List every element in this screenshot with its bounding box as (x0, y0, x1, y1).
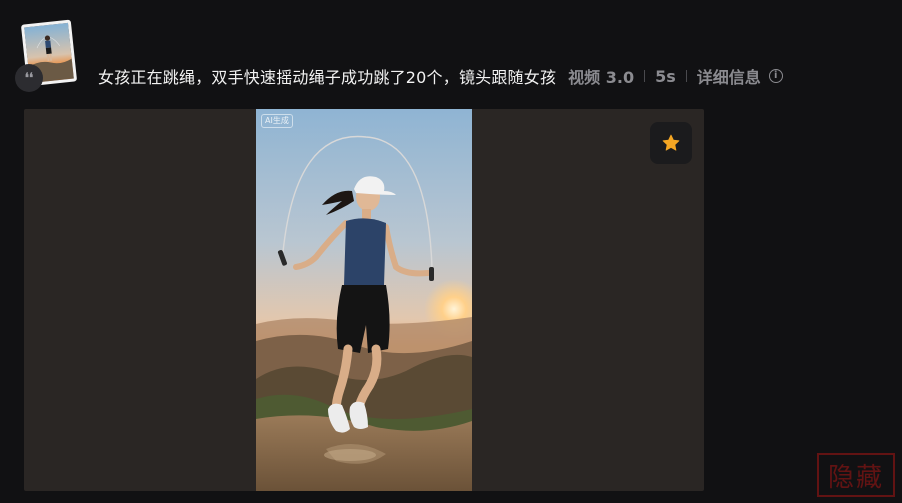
page: ❛❛ 女孩正在跳绳，双手快速摇动绳子成功跳了20个，镜头跟随女孩 视频 3.0 … (0, 0, 902, 503)
info-icon[interactable]: i (768, 69, 783, 83)
details-link[interactable]: 详细信息 (697, 64, 761, 88)
prompt-text: 女孩正在跳绳，双手快速摇动绳子成功跳了20个，镜头跟随女孩 (98, 68, 557, 87)
video-player[interactable]: AI生成 (24, 109, 704, 491)
divider (685, 70, 687, 82)
video-frame[interactable]: AI生成 (256, 109, 472, 491)
model-version: 视频 3.0 (568, 68, 635, 87)
favorite-button[interactable] (650, 122, 692, 164)
duration: 5s (655, 66, 676, 86)
divider (644, 70, 646, 82)
prompt-row: 女孩正在跳绳，双手快速摇动绳子成功跳了20个，镜头跟随女孩 视频 3.0 5s … (98, 63, 783, 89)
quote-icon: ❛❛ (15, 64, 43, 92)
video-preview-image (256, 109, 472, 491)
star-icon (662, 134, 680, 151)
watermark-seal: 隐藏 (817, 453, 895, 497)
watermark-text: 隐藏 (827, 462, 884, 493)
ai-generated-tag: AI生成 (261, 114, 293, 128)
